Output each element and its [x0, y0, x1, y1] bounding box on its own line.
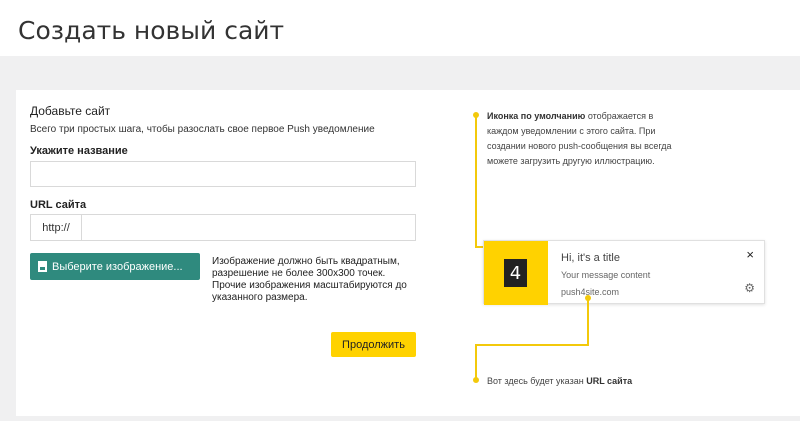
- name-label: Укажите название: [30, 145, 128, 157]
- default-icon-note-bold: Иконка по умолчанию: [487, 111, 586, 121]
- site-url-input[interactable]: [82, 215, 415, 240]
- default-icon-note: Иконка по умолчанию отображается в каждо…: [487, 109, 687, 169]
- annotation-dot-bottom: [473, 377, 479, 383]
- url-label: URL сайта: [30, 199, 87, 211]
- url-note-bold: URL сайта: [586, 376, 633, 386]
- url-note-text: Вот здесь будет указан: [487, 376, 587, 386]
- notification-preview: 4 Hi, it's a title Your message content …: [483, 240, 765, 305]
- annotation-line-top: [475, 115, 477, 247]
- section-subtitle: Всего три простых шага, чтобы разослать …: [30, 124, 375, 135]
- notification-title: Hi, it's a title: [561, 252, 620, 264]
- section-title: Добавьте сайт: [30, 104, 111, 118]
- continue-button[interactable]: Продолжить: [331, 332, 416, 357]
- annotation-line-bottom-v1: [587, 300, 589, 346]
- annotation-line-bottom-v2: [475, 344, 477, 379]
- url-prefix: http://: [31, 215, 82, 240]
- close-icon[interactable]: ×: [746, 247, 754, 262]
- choose-image-label: Выберите изображение...: [52, 260, 183, 273]
- image-file-icon: [38, 261, 47, 272]
- notification-message: Your message content: [561, 270, 651, 280]
- upload-note: Изображение должно быть квадратным, разр…: [212, 256, 407, 303]
- annotation-line-bottom-h: [475, 344, 589, 346]
- gear-icon[interactable]: ⚙: [744, 281, 755, 295]
- notification-icon-area: 4: [484, 241, 548, 305]
- site-logo-icon: 4: [504, 259, 527, 287]
- page-header: Создать новый сайт: [0, 0, 800, 56]
- site-name-input[interactable]: [30, 161, 416, 187]
- url-field-group: http://: [30, 214, 416, 241]
- choose-image-button[interactable]: Выберите изображение...: [30, 253, 200, 280]
- page-title: Создать новый сайт: [18, 16, 285, 45]
- url-note: Вот здесь будет указан URL сайта: [487, 376, 632, 386]
